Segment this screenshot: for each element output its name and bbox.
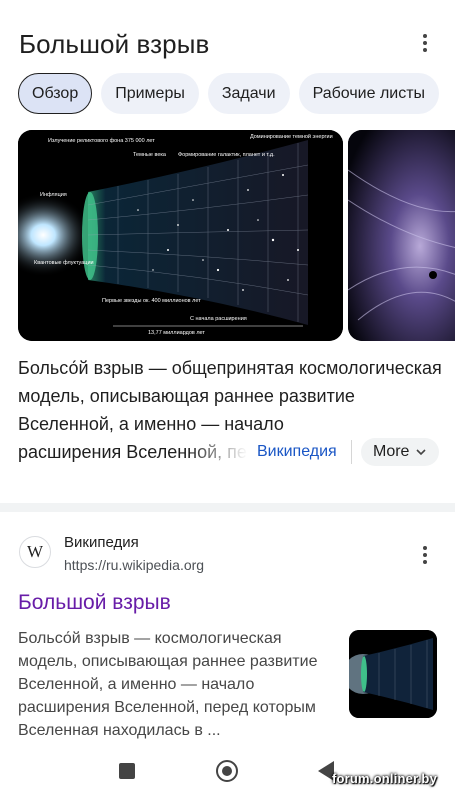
separator [351,440,352,464]
result-options-icon[interactable] [417,546,433,566]
label-first-stars: Первые звезды ок. 400 миллионов лет [102,298,201,304]
knowledge-panel-header: Большой взрыв [19,26,439,62]
label-inflation: Инфляция [40,192,67,198]
system-navigation-bar: forum.onliner.by [0,750,455,800]
panel-description: Больсо́й взрыв — общепринятая космологич… [18,358,442,434]
site-url: https://ru.wikipedia.org [64,557,205,573]
more-label: More [373,443,410,460]
chevron-down-icon [416,449,427,456]
site-name: Википедия [64,534,139,551]
label-cmb: Излучение реликтового фона 375 000 лет [48,138,155,144]
big-bang-timeline-image[interactable]: Излучение реликтового фона 375 000 лет Т… [18,130,343,341]
chip-worksheets[interactable]: Рабочие листы [298,73,440,114]
description-footer: расширения Вселенной, пе Википедия More [18,438,443,466]
label-formation: Формирование галактик, планет и т.д. [178,152,275,158]
result-title-link[interactable]: Большой взрыв [18,588,171,618]
page-title: Большой взрыв [19,29,210,59]
label-dark-energy: Доминирование темной энергии [250,133,333,140]
result-snippet: Больсо́й взрыв — космологическая модель,… [18,630,318,739]
chip-overview[interactable]: Обзор [18,73,93,114]
result-thumbnail[interactable] [349,630,437,718]
result-source[interactable]: W Википедия https://ru.wikipedia.org [19,534,439,574]
more-button[interactable]: More [361,438,440,466]
wikipedia-source-link[interactable]: Википедия [257,438,337,466]
topic-chips: Обзор Примеры Задачи Рабочие листы [18,73,440,114]
label-expansion: С начала расширения [190,316,247,322]
universe-expansion-illustration: Излучение реликтового фона 375 000 лет Т… [18,130,343,341]
recent-apps-icon[interactable] [119,763,135,779]
label-dark-ages: Темные века [133,152,167,158]
text-fade [188,438,258,466]
chip-examples[interactable]: Примеры [101,73,199,114]
wikipedia-favicon-icon: W [19,536,51,568]
label-quantum: Квантовые флуктуации [34,260,94,266]
section-divider [0,503,455,512]
home-icon[interactable] [216,760,238,782]
chip-tasks[interactable]: Задачи [207,73,290,114]
image-carousel: Излучение реликтового фона 375 000 лет Т… [18,130,455,341]
watermark: forum.onliner.by [331,771,437,786]
more-options-icon[interactable] [417,34,433,54]
galaxy-illustration [348,130,455,341]
thumbnail-image [349,630,437,718]
label-age: 13,77 миллиардов лет [148,330,205,336]
black-hole-image[interactable] [348,130,455,341]
